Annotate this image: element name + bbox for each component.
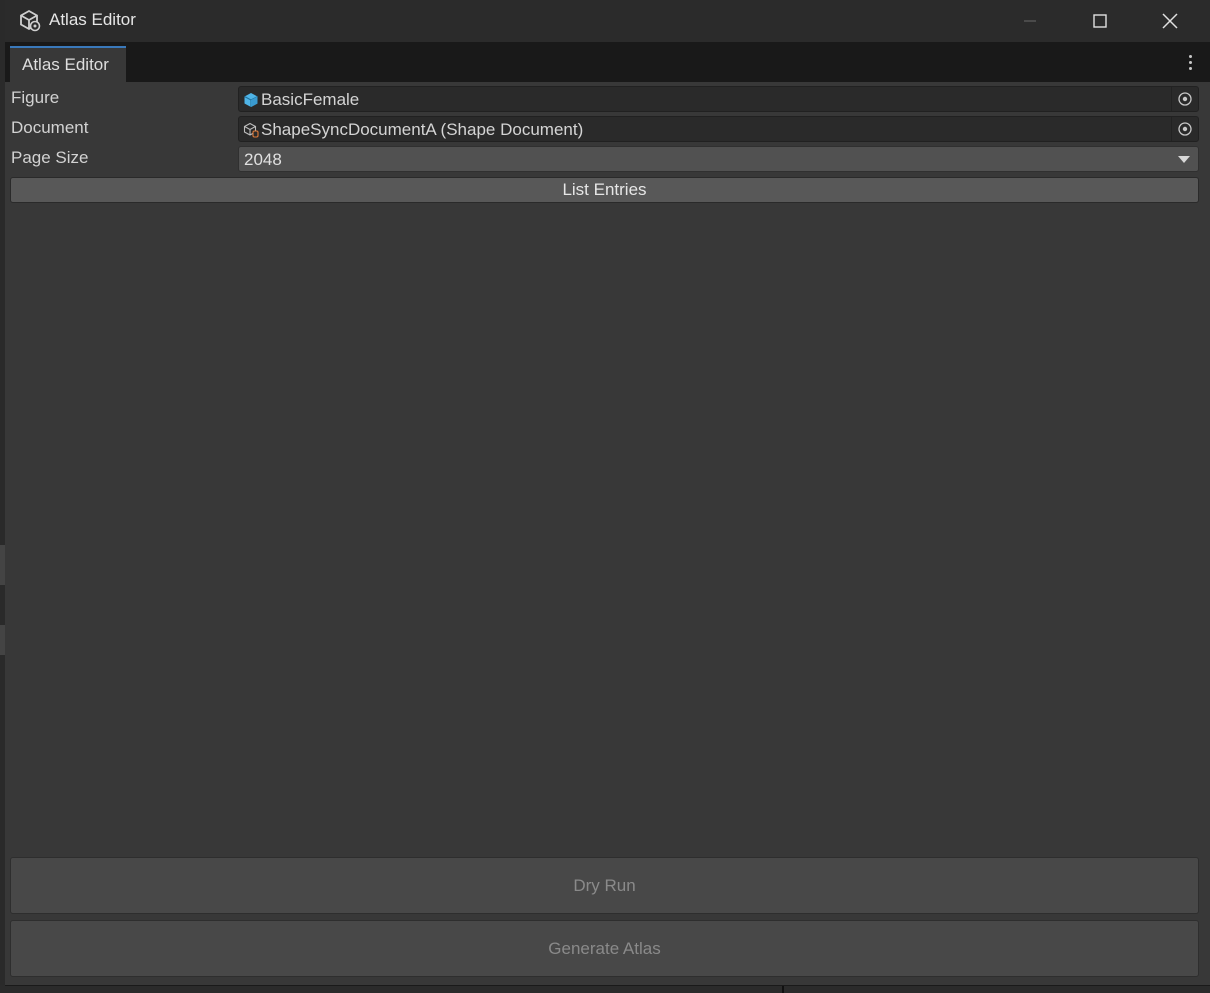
page-size-value: 2048	[244, 150, 282, 169]
document-value: ShapeSyncDocumentA (Shape Document)	[261, 120, 584, 139]
figure-label: Figure	[11, 88, 60, 107]
object-picker-icon	[1178, 122, 1192, 136]
background-divider	[782, 985, 784, 993]
document-object-field[interactable]: ShapeSyncDocumentA (Shape Document)	[238, 116, 1199, 142]
document-label: Document	[11, 118, 89, 137]
figure-row: Figure BasicFemale	[11, 86, 1199, 112]
atlas-editor-window: Atlas Editor Atlas Editor Figure BasicFe…	[5, 0, 1210, 986]
scriptable-object-icon	[243, 122, 259, 138]
figure-object-picker[interactable]	[1171, 87, 1198, 111]
page-size-row: Page Size 2048	[11, 146, 1199, 172]
page-size-dropdown[interactable]: 2048	[238, 146, 1199, 172]
title-bar[interactable]: Atlas Editor	[5, 0, 1210, 42]
figure-object-field[interactable]: BasicFemale	[238, 86, 1199, 112]
window-title: Atlas Editor	[49, 10, 136, 29]
object-picker-icon	[1178, 92, 1192, 106]
minimize-icon	[1024, 20, 1036, 22]
background-window-strip	[0, 985, 1210, 993]
maximize-button[interactable]	[1065, 0, 1135, 42]
document-object-picker[interactable]	[1171, 117, 1198, 141]
chevron-down-icon	[1178, 156, 1190, 163]
maximize-icon	[1093, 14, 1107, 28]
more-options-icon[interactable]	[1180, 52, 1200, 72]
prefab-cube-icon	[244, 93, 258, 107]
minimize-button[interactable]	[995, 0, 1065, 42]
tab-atlas-editor[interactable]: Atlas Editor	[10, 46, 126, 82]
page-size-label: Page Size	[11, 148, 89, 167]
tab-bar: Atlas Editor	[5, 42, 1210, 82]
close-button[interactable]	[1135, 0, 1205, 42]
document-row: Document ShapeSyncDocumentA (Shape Docum…	[11, 116, 1199, 142]
close-icon	[1162, 13, 1178, 29]
list-entries-button[interactable]: List Entries	[10, 177, 1199, 203]
unity-cube-icon	[20, 9, 41, 32]
generate-atlas-button[interactable]: Generate Atlas	[10, 920, 1199, 977]
dry-run-button[interactable]: Dry Run	[10, 857, 1199, 914]
figure-value: BasicFemale	[261, 90, 360, 109]
